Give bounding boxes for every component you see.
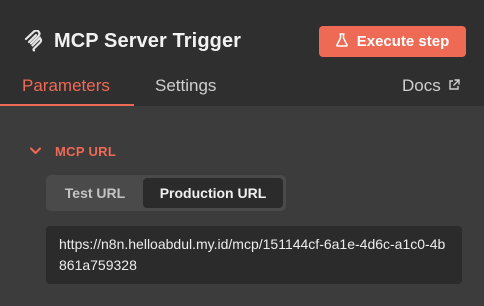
execute-step-button[interactable]: Execute step [319,26,466,57]
mcp-url-section-title: MCP URL [55,143,117,159]
chevron-down-icon [30,142,41,160]
external-link-icon [448,76,460,96]
flask-icon [335,32,348,51]
node-title-row: MCP Server Trigger [22,26,241,56]
production-url-option[interactable]: Production URL [143,178,283,208]
active-tab-indicator [0,104,134,106]
test-url-option[interactable]: Test URL [49,178,141,208]
node-header: MCP Server Trigger Execute step Paramete… [0,0,484,106]
mcp-url-section-toggle[interactable]: MCP URL [30,142,116,160]
tab-parameters[interactable]: Parameters [22,76,110,96]
tab-settings[interactable]: Settings [155,76,216,96]
mcp-plug-icon [22,30,44,52]
url-type-toggle: Test URL Production URL [46,175,286,211]
mcp-url-value[interactable]: https://n8n.helloabdul.my.id/mcp/151144c… [46,226,462,284]
node-title: MCP Server Trigger [54,29,242,52]
docs-label: Docs [402,76,441,95]
docs-link[interactable]: Docs [402,76,460,96]
execute-step-label: Execute step [356,33,450,50]
